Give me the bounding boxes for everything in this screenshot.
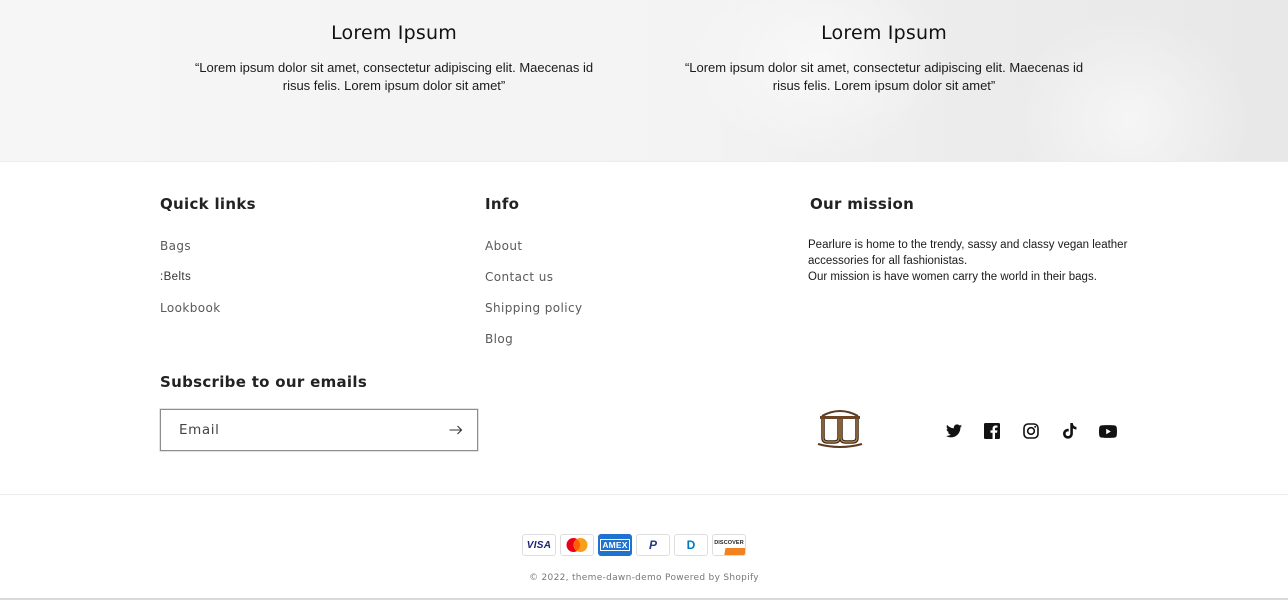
footer-link-lookbook[interactable]: Lookbook [160,300,221,331]
footer-link-bags[interactable]: Bags [160,238,221,269]
payment-methods: VISA AMEX P D DISCOVER [522,534,746,556]
powered-by-link[interactable]: Powered by Shopify [665,573,759,583]
footer-link-about[interactable]: About [485,238,583,269]
copyright-line: © 2022, theme-dawn-demo Powered by Shopi… [0,573,1288,583]
mission-text: Pearlure is home to the trendy, sassy an… [808,237,1153,285]
info-heading: Info [485,195,520,213]
instagram-icon[interactable] [1022,422,1040,440]
testimonial-card: Lorem Ipsum “Lorem ipsum dolor sit amet,… [174,20,614,95]
mission-heading: Our mission [810,195,915,213]
youtube-icon[interactable] [1099,422,1117,440]
newsletter-heading: Subscribe to our emails [160,373,368,391]
mastercard-icon [560,534,594,556]
footer-link-shipping[interactable]: Shipping policy [485,300,583,331]
footer-link-contact[interactable]: Contact us [485,269,583,300]
facebook-icon[interactable] [983,422,1001,440]
brand-logo[interactable] [814,404,866,450]
footer-link-blog[interactable]: Blog [485,331,583,362]
quick-links-heading: Quick links [160,195,256,213]
newsletter-form [160,409,478,451]
footer-link-belts[interactable]: :Belts [160,269,221,300]
testimonial-title: Lorem Ipsum [331,22,457,44]
testimonials-section: Lorem Ipsum “Lorem ipsum dolor sit amet,… [0,0,1288,161]
quick-links-list: Bags :Belts Lookbook [160,238,221,331]
twitter-icon[interactable] [945,422,963,440]
mission-line: Pearlure is home to the trendy, sassy an… [808,239,1128,267]
paypal-icon: P [636,534,670,556]
info-links-list: About Contact us Shipping policy Blog [485,238,583,362]
testimonial-quote: “Lorem ipsum dolor sit amet, consectetur… [194,60,594,93]
diners-club-icon: D [674,534,708,556]
visa-icon: VISA [522,534,556,556]
discover-icon: DISCOVER [712,534,746,556]
testimonial-quote: “Lorem ipsum dolor sit amet, consectetur… [684,60,1084,93]
email-input[interactable] [161,410,435,450]
mission-line: Our mission is have women carry the worl… [808,271,1097,283]
testimonial-card: Lorem Ipsum “Lorem ipsum dolor sit amet,… [664,20,1104,95]
store-link[interactable]: theme-dawn-demo [572,573,662,583]
subscribe-button[interactable] [435,410,477,450]
divider [0,494,1288,495]
tiktok-icon[interactable] [1060,422,1078,440]
testimonial-title: Lorem Ipsum [821,22,947,44]
copyright-prefix: © 2022, [529,573,569,583]
divider [0,161,1288,162]
arrow-right-icon [449,425,463,435]
amex-icon: AMEX [598,534,632,556]
brand-logo-mark [817,410,863,448]
